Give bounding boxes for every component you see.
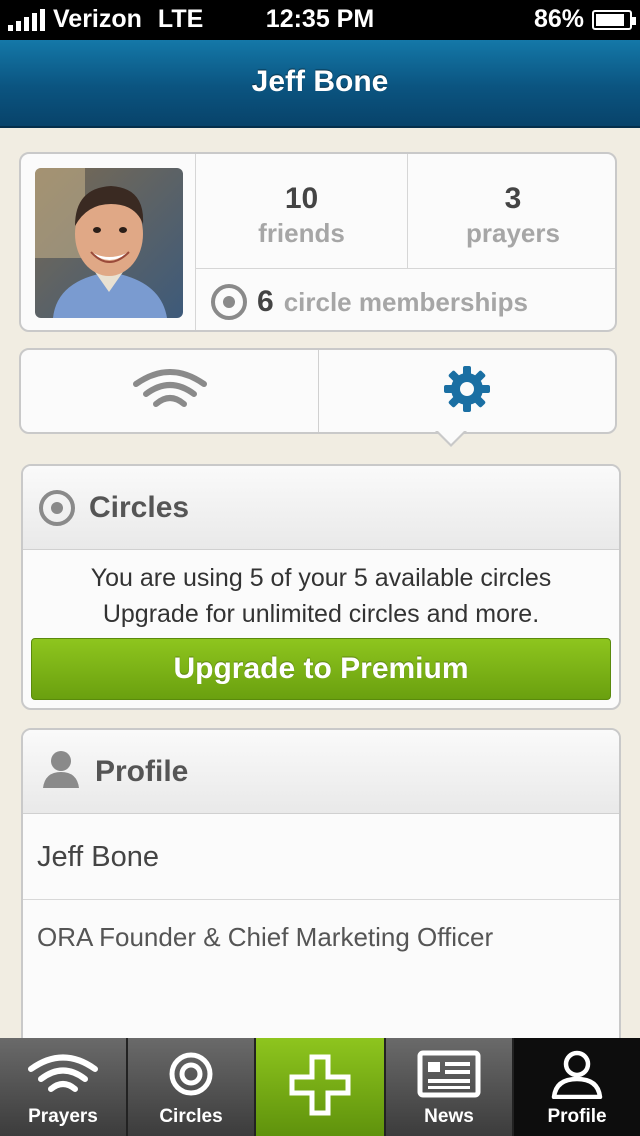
segment-settings[interactable] (319, 350, 615, 432)
friends-stat[interactable]: 10 friends (196, 154, 408, 268)
person-icon (550, 1046, 604, 1102)
tab-news[interactable]: News (386, 1038, 514, 1136)
tab-circles-label: Circles (159, 1106, 223, 1127)
avatar[interactable] (35, 168, 183, 318)
upgrade-premium-button[interactable]: Upgrade to Premium (31, 638, 611, 700)
tab-prayers[interactable]: Prayers (0, 1038, 128, 1136)
wifi-icon (130, 366, 210, 417)
nav-bar: Jeff Bone (0, 40, 640, 128)
segment-activity[interactable] (21, 350, 319, 432)
circles-panel: Circles You are using 5 of your 5 availa… (21, 464, 621, 710)
person-icon (41, 748, 81, 796)
tab-circles[interactable]: Circles (128, 1038, 256, 1136)
circles-title: Circles (89, 490, 190, 524)
friends-label: friends (258, 218, 345, 248)
profile-name: Jeff Bone (23, 814, 619, 900)
memberships-label: circle memberships (283, 286, 528, 317)
target-icon (211, 284, 247, 320)
tab-prayers-label: Prayers (28, 1106, 98, 1127)
battery-percent: 86% (533, 5, 584, 33)
prayers-label: prayers (466, 218, 560, 248)
target-icon (39, 489, 75, 526)
prayers-stat[interactable]: 3 prayers (409, 154, 617, 268)
circles-usage-text: You are using 5 of your 5 available circ… (90, 564, 552, 592)
profile-job-title: ORA Founder & Chief Marketing Officer (37, 922, 494, 952)
profile-title: Profile (95, 754, 189, 788)
tab-bar: Prayers Circles News Profile (0, 1038, 640, 1136)
battery-icon (592, 9, 636, 30)
profile-stats-card: 10 friends 3 prayers 6 circle membership… (19, 152, 617, 332)
page-title: Jeff Bone (251, 65, 389, 98)
circles-header: Circles (23, 466, 619, 550)
profile-panel: Profile Jeff Bone ORA Founder & Chief Ma… (21, 728, 621, 1068)
profile-header: Profile (23, 730, 619, 814)
circles-message: You are using 5 of your 5 available circ… (23, 560, 619, 632)
tab-add[interactable] (256, 1038, 386, 1136)
segment-pointer (437, 430, 465, 444)
circles-upgrade-text: Upgrade for unlimited circles and more. (102, 600, 540, 628)
tab-news-label: News (424, 1106, 474, 1127)
prayers-count: 3 (504, 182, 522, 215)
target-icon (167, 1046, 215, 1102)
tab-profile-label: Profile (547, 1106, 607, 1127)
circle-memberships-stat[interactable]: 6 circle memberships (211, 284, 528, 320)
friends-count: 10 (284, 182, 319, 215)
tab-profile[interactable]: Profile (514, 1038, 640, 1136)
plus-icon (288, 1054, 352, 1116)
row-divider (196, 268, 615, 269)
gear-icon (443, 365, 491, 418)
segment-control (19, 348, 617, 434)
wifi-icon (27, 1046, 99, 1102)
newspaper-icon (417, 1046, 481, 1102)
memberships-count: 6 (257, 285, 274, 318)
status-bar: Verizon LTE 12:35 PM 86% (0, 0, 640, 40)
